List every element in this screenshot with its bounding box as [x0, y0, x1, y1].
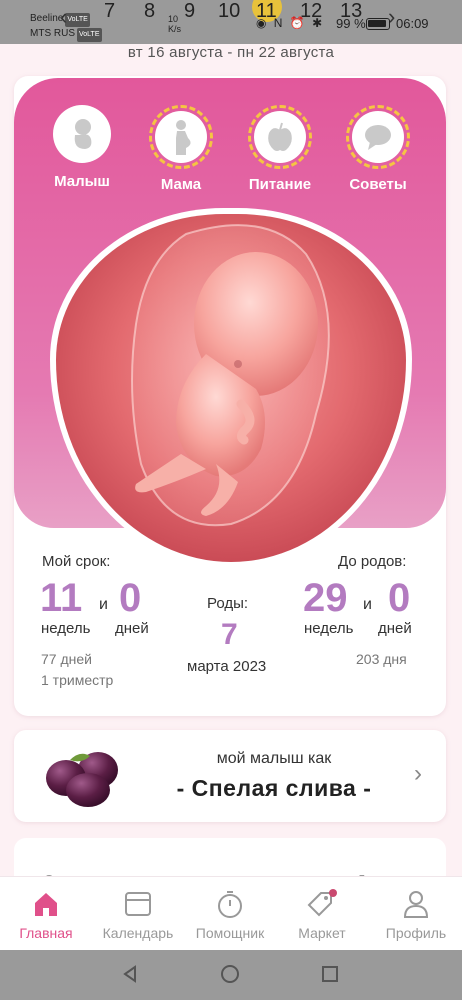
category-baby[interactable]: Малыш: [42, 105, 122, 190]
volte-badge: VoLTE: [65, 13, 90, 27]
date-range: вт 16 августа - пн 22 августа: [127, 44, 335, 61]
tab-label: Профиль: [385, 925, 447, 941]
week-number[interactable]: 8: [144, 0, 155, 23]
embryo-image: [56, 214, 406, 562]
tab-market[interactable]: Маркет: [276, 889, 368, 941]
apple-icon: [254, 111, 306, 163]
until-label: До родов:: [338, 553, 407, 570]
weeks-unit: недель: [304, 620, 354, 637]
category-tips[interactable]: Советы: [338, 105, 418, 193]
days-unit: дней: [115, 620, 149, 637]
baby-icon: [53, 105, 111, 163]
tab-label: Помощник: [195, 925, 265, 941]
due-label: Роды:: [207, 595, 249, 612]
and-label: и: [363, 596, 372, 613]
category-label: Мама: [160, 176, 202, 193]
and-label: и: [99, 596, 108, 613]
stopwatch-icon: [218, 891, 242, 918]
chat-icon: [352, 111, 404, 163]
week-number[interactable]: 7: [104, 0, 115, 23]
operator-1: Beeline: [30, 13, 64, 24]
fruit-prefix: мой малыш как: [216, 750, 332, 767]
trimester: 1 триместр: [41, 672, 114, 688]
calendar-icon: [125, 892, 151, 916]
days-count: 0: [119, 576, 142, 620]
prev-week-icon[interactable]: ‹: [60, 4, 67, 30]
embryo-icon: [131, 224, 330, 527]
tab-calendar[interactable]: Календарь: [92, 889, 184, 941]
status-bar: Beeline VoLTE MTS RUS VoLTE ‹ 7 8 9 10 11 …: [0, 0, 462, 44]
bottom-tab-bar: Главная Календарь Помощник Маркет Профил…: [0, 876, 462, 950]
days-unit: дней: [378, 620, 412, 637]
category-mama[interactable]: Мама: [141, 105, 221, 193]
battery-percent: 99 %: [336, 16, 366, 31]
person-icon: [403, 891, 429, 918]
network-speed: 10 K/s: [168, 14, 182, 34]
tab-profile[interactable]: Профиль: [370, 889, 462, 941]
tab-label: Календарь: [102, 925, 174, 941]
tab-label: Маркет: [298, 925, 346, 941]
category-nutrition[interactable]: Питание: [240, 105, 320, 193]
category-label: Питание: [248, 176, 312, 193]
category-label: Советы: [349, 176, 407, 193]
operator-2: MTS RUS: [30, 28, 75, 39]
plum-icon: [46, 752, 118, 807]
total-days: 77 дней: [41, 651, 92, 667]
recents-icon[interactable]: [320, 964, 340, 984]
home-icon: [35, 893, 57, 916]
system-nav-bar: [0, 950, 462, 1000]
due-month: марта 2023: [187, 658, 267, 675]
week-number[interactable]: 9: [184, 0, 195, 23]
weeks-unit: недель: [41, 620, 91, 637]
fruit-comparison-card[interactable]: мой малыш как - Спелая слива - ›: [14, 730, 446, 822]
pregnant-icon: [155, 111, 207, 163]
battery-icon: [366, 18, 390, 30]
my-term-label: Мой срок:: [42, 553, 111, 570]
back-icon[interactable]: [120, 964, 140, 984]
until-days: 0: [388, 576, 411, 620]
week-number[interactable]: 10: [218, 0, 240, 23]
chevron-right-icon: ›: [414, 760, 422, 787]
weeks-count: 11: [40, 576, 83, 620]
until-weeks: 29: [303, 576, 348, 620]
tab-home[interactable]: Главная: [0, 889, 92, 941]
volte-badge: VoLTE: [77, 28, 102, 42]
tab-assistant[interactable]: Помощник: [184, 889, 276, 941]
tab-label: Главная: [19, 925, 73, 941]
tag-icon: [307, 889, 337, 917]
category-label: Малыш: [54, 173, 110, 190]
status-icons: ◉ N ⏰ ✱: [256, 16, 325, 30]
home-circle-icon[interactable]: [220, 964, 240, 984]
fruit-name: - Спелая слива -: [176, 775, 372, 801]
clock: 06:09: [396, 16, 429, 31]
highlight-ring: [248, 105, 312, 169]
until-total: 203 дня: [356, 651, 407, 667]
highlight-ring: [149, 105, 213, 169]
due-day: 7: [221, 618, 238, 651]
highlight-ring: [346, 105, 410, 169]
